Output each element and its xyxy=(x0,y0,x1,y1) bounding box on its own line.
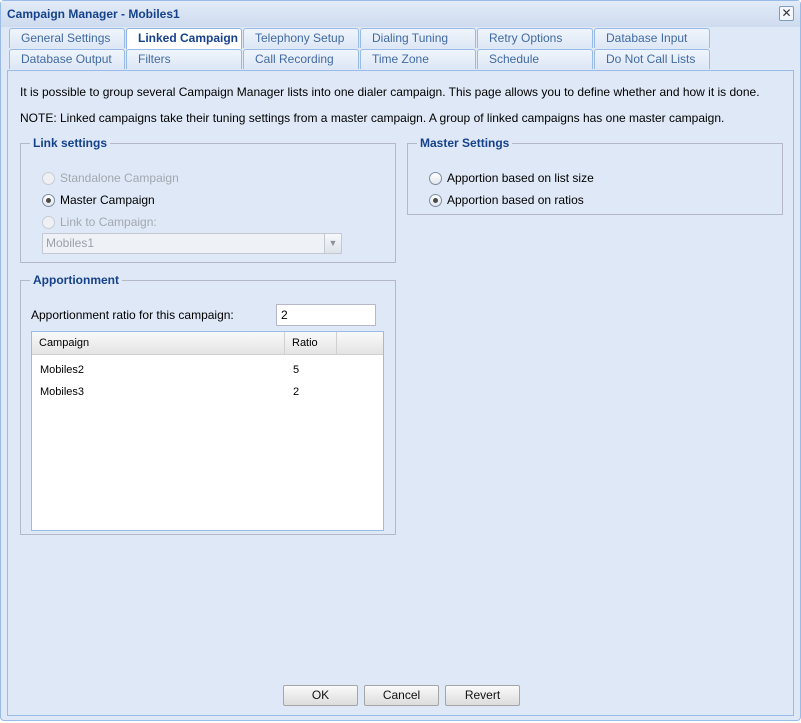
master-label: Master Campaign xyxy=(60,193,155,207)
ratio-cell: 2 xyxy=(293,386,300,398)
standalone-radio[interactable] xyxy=(42,171,55,185)
tab-do-not-call-lists[interactable]: Do Not Call Lists xyxy=(594,49,710,69)
column-campaign[interactable]: Campaign xyxy=(32,332,285,355)
master-campaign-option[interactable]: Master Campaign xyxy=(42,192,155,208)
dialog-titlebar[interactable]: Campaign Manager - Mobiles1 ✕ xyxy=(1,1,800,27)
ratios-label: Apportion based on ratios xyxy=(447,193,584,207)
apportion-ratios-option[interactable]: Apportion based on ratios xyxy=(429,192,584,208)
tab-retry-options[interactable]: Retry Options xyxy=(477,28,593,48)
tab-time-zone[interactable]: Time Zone xyxy=(360,49,476,69)
tab-linked-campaign[interactable]: Linked Campaign xyxy=(126,28,242,49)
tab-call-recording[interactable]: Call Recording xyxy=(243,49,359,69)
list-size-radio[interactable] xyxy=(429,171,442,185)
apportionment-group: Apportionment Apportionment ratio for th… xyxy=(20,273,396,535)
close-icon[interactable]: ✕ xyxy=(779,6,794,21)
tab-database-output[interactable]: Database Output xyxy=(9,49,125,69)
revert-button[interactable]: Revert xyxy=(445,685,520,706)
grid-header: Campaign Ratio xyxy=(32,332,383,355)
ok-button[interactable]: OK xyxy=(283,685,358,706)
ratios-radio[interactable] xyxy=(429,193,442,207)
tab-database-input[interactable]: Database Input xyxy=(594,28,710,48)
campaign-cell: Mobiles3 xyxy=(40,386,85,398)
cancel-button[interactable]: Cancel xyxy=(364,685,439,706)
link-settings-legend: Link settings xyxy=(33,136,108,150)
campaign-manager-dialog: Campaign Manager - Mobiles1 ✕ General Se… xyxy=(0,0,801,721)
standalone-campaign-option[interactable]: Standalone Campaign xyxy=(42,170,179,186)
dialog-title: Campaign Manager - Mobiles1 xyxy=(7,7,180,21)
ratio-cell: 5 xyxy=(293,364,300,376)
table-row[interactable]: Mobiles3 2 xyxy=(32,381,383,403)
tab-telephony-setup[interactable]: Telephony Setup xyxy=(243,28,359,48)
apportion-list-size-option[interactable]: Apportion based on list size xyxy=(429,170,594,186)
note-text: NOTE: Linked campaigns take their tuning… xyxy=(20,111,725,125)
link-campaign-value: Mobiles1 xyxy=(46,236,95,250)
master-radio[interactable] xyxy=(42,193,55,207)
ratio-field-label: Apportionment ratio for this campaign: xyxy=(31,308,234,322)
chevron-down-icon[interactable]: ▼ xyxy=(324,234,341,253)
link-campaign-combo[interactable]: Mobiles1 ▼ xyxy=(42,233,342,254)
linked-campaigns-grid: Campaign Ratio Mobiles2 5 Mobiles3 2 xyxy=(31,331,384,531)
tab-schedule[interactable]: Schedule xyxy=(477,49,593,69)
list-size-label: Apportion based on list size xyxy=(447,171,594,185)
intro-text: It is possible to group several Campaign… xyxy=(20,85,760,99)
linked-campaign-panel: It is possible to group several Campaign… xyxy=(7,71,794,716)
link-settings-group: Link settings Standalone Campaign Master… xyxy=(20,136,396,263)
master-settings-group: Master Settings Apportion based on list … xyxy=(407,136,783,215)
ratio-input[interactable]: 2 xyxy=(276,304,376,326)
column-ratio[interactable]: Ratio xyxy=(285,332,337,355)
apportionment-legend: Apportionment xyxy=(33,273,119,287)
link-to-label: Link to Campaign: xyxy=(60,215,157,229)
link-to-campaign-option[interactable]: Link to Campaign: xyxy=(42,214,157,230)
tab-filters[interactable]: Filters xyxy=(126,49,242,69)
link-to-radio[interactable] xyxy=(42,215,55,229)
campaign-cell: Mobiles2 xyxy=(40,364,85,376)
master-settings-legend: Master Settings xyxy=(420,136,510,150)
tab-dialing-tuning[interactable]: Dialing Tuning xyxy=(360,28,476,48)
standalone-label: Standalone Campaign xyxy=(60,171,179,185)
tab-general-settings[interactable]: General Settings xyxy=(9,28,125,48)
table-row[interactable]: Mobiles2 5 xyxy=(32,359,383,381)
